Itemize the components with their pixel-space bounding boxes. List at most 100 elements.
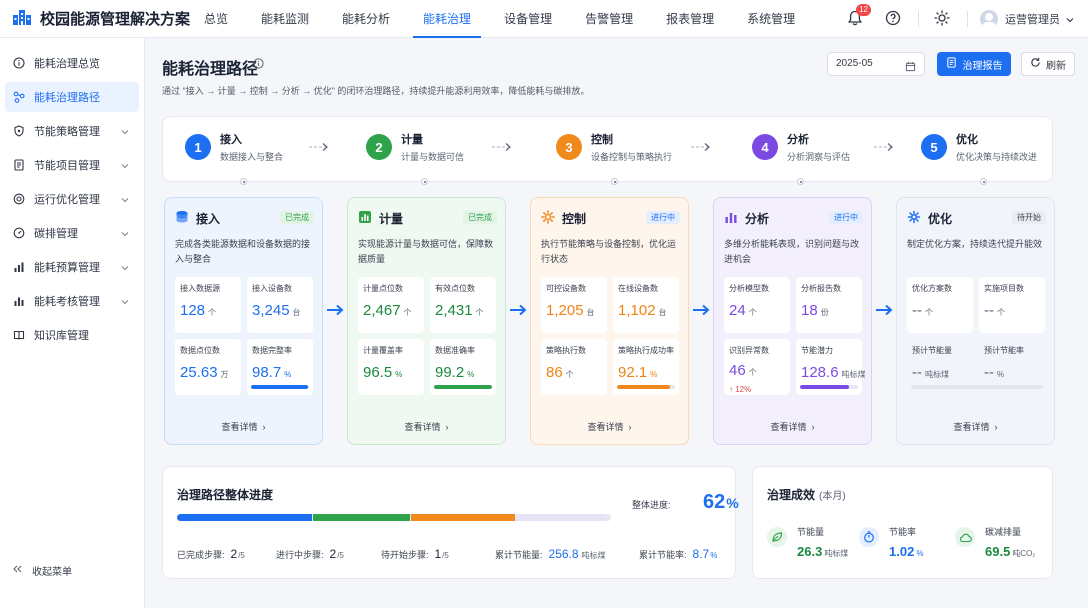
metric-unit: 个 (403, 308, 412, 317)
view-details-link[interactable]: 查看详情 › (714, 420, 871, 433)
progress-segment (516, 514, 606, 521)
sidebar-item-projects[interactable]: 节能项目管理 (5, 150, 139, 180)
metric-value: -- (912, 302, 922, 319)
metric-value: 96.5 (363, 364, 393, 381)
metric-tile: 计量点位数 2,467 个 (358, 277, 424, 333)
metric-unit: 个 (925, 308, 933, 317)
view-details-link[interactable]: 查看详情 › (165, 420, 322, 433)
refresh-label: 刷新 (1046, 60, 1066, 72)
metric-value: 24 (729, 302, 746, 319)
view-details-link[interactable]: 查看详情 › (897, 420, 1054, 433)
sidebar-item-overview[interactable]: 能耗治理总览 (5, 48, 139, 78)
governance-report-label: 治理报告 (962, 60, 1003, 72)
step-name: 优化 (956, 134, 978, 146)
user-name: 运营管理员 (1005, 14, 1060, 26)
sidebar-item-knowledge[interactable]: 知识库管理 (5, 320, 139, 350)
chevron-down-icon (121, 262, 129, 274)
sidebar-item-path[interactable]: 能耗治理路径 (5, 82, 139, 112)
metric-label: 数据点位数 (180, 346, 220, 355)
stat-value: 1 (434, 547, 442, 561)
overall-progress-panel: 治理路径整体进度 整体进度: 62% 已完成步骤: 2/5 进行中步骤: 2/5 待… (162, 466, 739, 579)
card-title: 分析 (745, 212, 770, 226)
step-name: 控制 (591, 134, 613, 146)
metric-label: 接入设备数 (252, 284, 292, 293)
dashed-arrow-icon (308, 141, 330, 155)
nav-governance[interactable]: 能耗治理 (413, 0, 482, 38)
step-connector-dot (421, 178, 428, 185)
progress-bar (800, 385, 858, 389)
nav-analysis[interactable]: 能耗分析 (338, 0, 394, 38)
progress-segment (312, 514, 411, 521)
nav-overview[interactable]: 总览 (200, 0, 232, 38)
sidebar-item-carbon[interactable]: 碳排管理 (5, 218, 139, 248)
sidebar-item-budget[interactable]: 能耗预算管理 (5, 252, 139, 282)
step-access[interactable]: 1 接入 数据接入与整合 (185, 131, 283, 163)
metric-value: 46 (729, 362, 746, 379)
top-bar: 校园能源管理解决方案 总览 能耗监测 能耗分析 能耗治理 设备管理 告警管理 报… (0, 0, 1088, 38)
step-control[interactable]: 3 控制 设备控制与策略执行 (556, 131, 672, 163)
brand[interactable]: 校园能源管理解决方案 (0, 8, 200, 29)
metric-unit: % (467, 370, 475, 379)
metric-tile: 接入设备数 3,245 台 (247, 277, 313, 333)
refresh-button[interactable]: 刷新 (1021, 52, 1075, 76)
view-details-link[interactable]: 查看详情 › (348, 420, 505, 433)
metric-value: 86 (546, 364, 563, 381)
info-circle-icon[interactable] (253, 58, 264, 72)
status-badge: 已完成 (280, 211, 314, 224)
nav-devices[interactable]: 设备管理 (500, 0, 556, 38)
nav-alarms[interactable]: 告警管理 (581, 0, 637, 38)
sidebar-item-label: 节能项目管理 (34, 160, 100, 172)
overall-progress-bar (177, 514, 611, 521)
card-description: 制定优化方案，持续迭代提升能效 (907, 239, 1043, 249)
step-connector-dot (980, 178, 987, 185)
sidebar-item-optimization[interactable]: 运行优化管理 (5, 184, 139, 214)
card-description: 实现能源计量与数据可信，保障数据质量 (358, 239, 494, 264)
panel-title: 治理路径整体进度 (177, 488, 274, 502)
nav-reports[interactable]: 报表管理 (662, 0, 718, 38)
step-optimize[interactable]: 5 优化 优化决策与持续改进 (921, 131, 1037, 163)
metric-label: 计量点位数 (363, 284, 403, 293)
step-metering[interactable]: 2 计量 计量与数据可信 (366, 131, 464, 163)
step-subtitle: 计量与数据可信 (401, 152, 465, 162)
main-nav: 总览 能耗监测 能耗分析 能耗治理 设备管理 告警管理 报表管理 系统管理 (200, 0, 824, 38)
step-card-optimize: 优化 待开始 制定优化方案，持续迭代提升能效 优化方案数 -- 个 实施项目数 -… (896, 197, 1055, 445)
metric-unit: 万 (220, 370, 229, 379)
sidebar-item-strategy[interactable]: 节能策略管理 (5, 116, 139, 146)
arrow-right-icon (692, 304, 710, 319)
metric-unit: 个 (475, 308, 484, 317)
arrow-right-icon (509, 304, 527, 319)
sidebar-item-assessment[interactable]: 能耗考核管理 (5, 286, 139, 316)
view-details-label: 查看详情 (953, 422, 990, 432)
step-name: 接入 (220, 134, 242, 146)
sun-icon (934, 9, 950, 29)
metric-label: 策略执行成功率 (618, 346, 674, 355)
nav-system[interactable]: 系统管理 (743, 0, 799, 38)
stat-completed: 已完成步骤: 2/5 (177, 547, 245, 561)
theme-toggle-button[interactable] (931, 8, 953, 30)
view-details-link[interactable]: 查看详情 › (531, 420, 688, 433)
metric-value: 2,467 (363, 302, 401, 319)
chevron-down-icon (121, 126, 129, 138)
governance-report-button[interactable]: 治理报告 (937, 52, 1011, 76)
progress-fill (251, 385, 309, 389)
stat-unit: /5 (238, 551, 245, 560)
user-menu[interactable]: 运营管理员 (980, 10, 1074, 28)
month-picker[interactable]: 2025-05 (827, 52, 925, 76)
step-analysis[interactable]: 4 分析 分析洞察与评估 (752, 131, 850, 163)
metric-tile: 数据点位数 25.63 万 (175, 339, 241, 395)
help-button[interactable] (882, 8, 904, 30)
progress-segment (177, 514, 312, 521)
metric-unit: 吨标煤 (841, 370, 866, 379)
metric-tile: 有效点位数 2,431 个 (430, 277, 496, 333)
collapse-menu-button[interactable]: 收起菜单 (13, 563, 72, 578)
notification-button[interactable]: 12 (844, 4, 871, 30)
progress-bar (617, 385, 675, 389)
metric-label: 接入数据源 (180, 284, 220, 293)
nav-monitoring[interactable]: 能耗监测 (257, 0, 313, 38)
control-icon (541, 210, 555, 227)
step-number: 3 (556, 134, 582, 160)
metric-unit: % (650, 370, 658, 379)
metric-tile: 数据完整率 98.7% (247, 339, 313, 395)
card-title: 优化 (928, 212, 953, 226)
step-card-metering: 计量 已完成 实现能源计量与数据可信，保障数据质量 计量点位数 2,467 个 有… (347, 197, 506, 445)
